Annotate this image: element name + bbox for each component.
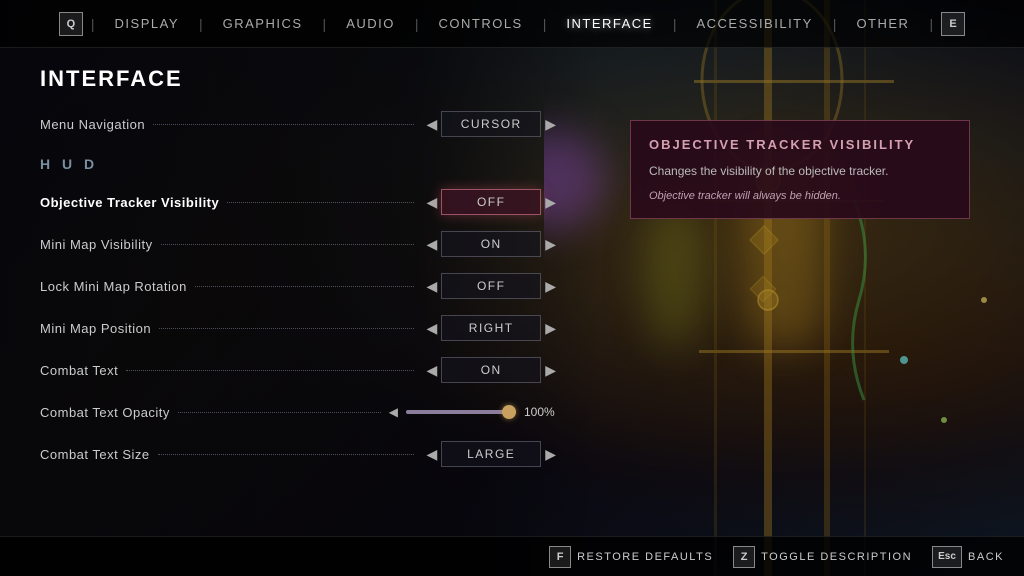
selector-arrow-right-objective-tracker[interactable]: ▶ [541, 194, 560, 211]
selector-value-mini-map-position: RIGHT [441, 315, 541, 341]
nav-item-graphics[interactable]: GRAPHICS [211, 16, 315, 31]
slider-arrow-left-combat-text-opacity[interactable]: ◀ [389, 405, 398, 419]
nav-item-interface[interactable]: INTERFACE [554, 16, 664, 31]
selector-arrow-right-mini-map-position[interactable]: ▶ [541, 320, 560, 337]
tower-svg [544, 0, 1024, 576]
selector-arrow-left-objective-tracker[interactable]: ◀ [422, 194, 441, 211]
restore-defaults-action[interactable]: F RESTORE DEFAULTS [549, 546, 713, 568]
selector-mini-map-visibility[interactable]: ◀ ON ▶ [422, 231, 560, 257]
selector-arrow-right-combat-text-size[interactable]: ▶ [541, 446, 560, 463]
setting-label-combat-text-size: Combat Text Size [40, 447, 150, 462]
back-key: Esc [932, 546, 962, 568]
selector-value-lock-mini-map: OFF [441, 273, 541, 299]
nav-sep-3: | [415, 16, 419, 32]
selector-combat-text-size[interactable]: ◀ LARGE ▶ [422, 441, 560, 467]
dots-objective-tracker [227, 202, 414, 203]
dots-combat-text [126, 370, 414, 371]
nav-sep-2: | [323, 16, 327, 32]
tooltip-note: Objective tracker will always be hidden. [649, 190, 951, 202]
selector-value-menu-nav: CURSOR [441, 111, 541, 137]
top-navigation: Q | DISPLAY | GRAPHICS | AUDIO | CONTROL… [0, 0, 1024, 48]
nav-sep-0: | [91, 16, 95, 32]
selector-arrow-left-combat-text-size[interactable]: ◀ [422, 446, 441, 463]
selector-arrow-left-lock-mini-map[interactable]: ◀ [422, 278, 441, 295]
back-label: BACK [968, 551, 1004, 563]
setting-row-menu-navigation: Menu Navigation ◀ CURSOR ▶ [40, 108, 560, 140]
main-content: INTERFACE Menu Navigation ◀ CURSOR ▶ H U… [0, 48, 590, 536]
selector-menu-nav[interactable]: ◀ CURSOR ▶ [422, 111, 560, 137]
nav-item-display[interactable]: DISPLAY [103, 16, 191, 31]
setting-label-combat-text: Combat Text [40, 363, 118, 378]
selector-arrow-right-menu-nav[interactable]: ▶ [541, 116, 560, 133]
selector-mini-map-position[interactable]: ◀ RIGHT ▶ [422, 315, 560, 341]
selector-value-objective-tracker: OFF [441, 189, 541, 215]
nav-sep-6: | [833, 16, 837, 32]
setting-row-objective-tracker: Objective Tracker Visibility ◀ OFF ▶ [40, 186, 560, 218]
selector-lock-mini-map[interactable]: ◀ OFF ▶ [422, 273, 560, 299]
nav-right-key[interactable]: E [941, 12, 965, 36]
toggle-description-key: Z [733, 546, 755, 568]
selector-arrow-left-menu-nav[interactable]: ◀ [422, 116, 441, 133]
nav-item-audio[interactable]: AUDIO [334, 16, 407, 31]
slider-track-combat-text-opacity[interactable] [406, 410, 516, 414]
bottom-bar: F RESTORE DEFAULTS Z TOGGLE DESCRIPTION … [0, 536, 1024, 576]
setting-row-mini-map-position: Mini Map Position ◀ RIGHT ▶ [40, 312, 560, 344]
back-action[interactable]: Esc BACK [932, 546, 1004, 568]
restore-defaults-key: F [549, 546, 571, 568]
selector-objective-tracker[interactable]: ◀ OFF ▶ [422, 189, 560, 215]
selector-arrow-right-mini-map-visibility[interactable]: ▶ [541, 236, 560, 253]
nav-items-container: Q | DISPLAY | GRAPHICS | AUDIO | CONTROL… [59, 12, 965, 36]
selector-arrow-right-combat-text[interactable]: ▶ [541, 362, 560, 379]
selector-arrow-left-combat-text[interactable]: ◀ [422, 362, 441, 379]
nav-sep-5: | [673, 16, 677, 32]
dots-mini-map-position [159, 328, 414, 329]
selector-arrow-left-mini-map-position[interactable]: ◀ [422, 320, 441, 337]
nav-sep-4: | [543, 16, 547, 32]
toggle-description-label: TOGGLE DESCRIPTION [761, 551, 912, 563]
selector-value-combat-text-size: LARGE [441, 441, 541, 467]
nav-item-other[interactable]: OTHER [844, 16, 921, 31]
tooltip-title: OBJECTIVE TRACKER VISIBILITY [649, 137, 951, 152]
setting-row-combat-text: Combat Text ◀ ON ▶ [40, 354, 560, 386]
tooltip-description: Changes the visibility of the objective … [649, 162, 951, 180]
nav-sep-1: | [199, 16, 203, 32]
setting-label-lock-mini-map: Lock Mini Map Rotation [40, 279, 187, 294]
dots-combat-text-size [158, 454, 415, 455]
selector-arrow-left-mini-map-visibility[interactable]: ◀ [422, 236, 441, 253]
nav-item-controls[interactable]: CONTROLS [427, 16, 535, 31]
setting-label-mini-map-visibility: Mini Map Visibility [40, 237, 153, 252]
toggle-description-action[interactable]: Z TOGGLE DESCRIPTION [733, 546, 912, 568]
selector-value-mini-map-visibility: ON [441, 231, 541, 257]
setting-label-menu-nav: Menu Navigation [40, 117, 145, 132]
setting-row-lock-mini-map: Lock Mini Map Rotation ◀ OFF ▶ [40, 270, 560, 302]
slider-value-combat-text-opacity: 100% [524, 405, 560, 419]
slider-fill-combat-text-opacity [406, 410, 516, 414]
dots-menu-nav [153, 124, 414, 125]
slider-combat-text-opacity[interactable]: ◀ 100% [389, 405, 560, 419]
slider-thumb-combat-text-opacity[interactable] [502, 405, 516, 419]
dots-lock-mini-map [195, 286, 415, 287]
selector-arrow-right-lock-mini-map[interactable]: ▶ [541, 278, 560, 295]
settings-container: Objective Tracker Visibility ◀ OFF ▶ Min… [40, 186, 560, 470]
selector-value-combat-text: ON [441, 357, 541, 383]
dots-combat-text-opacity [178, 412, 381, 413]
setting-label-combat-text-opacity: Combat Text Opacity [40, 405, 170, 420]
tower-background [544, 0, 1024, 576]
selector-combat-text[interactable]: ◀ ON ▶ [422, 357, 560, 383]
setting-row-combat-text-size: Combat Text Size ◀ LARGE ▶ [40, 438, 560, 470]
setting-label-mini-map-position: Mini Map Position [40, 321, 151, 336]
setting-label-objective-tracker: Objective Tracker Visibility [40, 195, 219, 210]
dots-mini-map-visibility [161, 244, 415, 245]
page-title: INTERFACE [40, 66, 560, 92]
nav-left-key[interactable]: Q [59, 12, 83, 36]
nav-item-accessibility[interactable]: ACCESSIBILITY [684, 16, 824, 31]
setting-row-combat-text-opacity: Combat Text Opacity ◀ 100% [40, 396, 560, 428]
hud-section-label: H U D [40, 156, 560, 172]
setting-row-mini-map-visibility: Mini Map Visibility ◀ ON ▶ [40, 228, 560, 260]
nav-sep-7: | [929, 16, 933, 32]
tooltip-box: OBJECTIVE TRACKER VISIBILITY Changes the… [630, 120, 970, 219]
restore-defaults-label: RESTORE DEFAULTS [577, 551, 713, 563]
